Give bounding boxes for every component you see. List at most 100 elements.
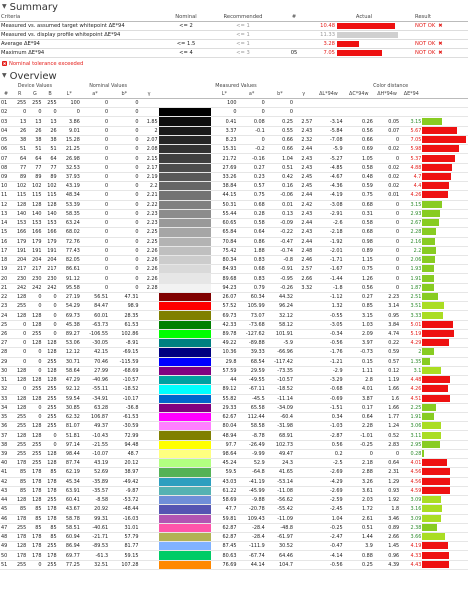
table-cell: 30.52 xyxy=(265,541,295,552)
color-swatch xyxy=(158,403,212,413)
table-cell: 0.68 xyxy=(237,264,266,275)
table-cell: 178 xyxy=(42,550,58,561)
table-cell: 62.87 xyxy=(211,532,238,543)
table-cell: -0.68 xyxy=(313,384,344,395)
delta-bar-cell xyxy=(422,486,468,497)
table-cell: 128 xyxy=(27,430,43,441)
delta-bar-cell xyxy=(422,98,468,109)
table-cell: 2.06 xyxy=(400,255,423,266)
table-cell: 85 xyxy=(12,486,28,497)
table-cell: 128 xyxy=(42,347,58,358)
table-cell: 128 xyxy=(27,421,43,432)
table-cell: -10.57 xyxy=(265,375,295,386)
table-cell: -0.22 xyxy=(265,227,295,238)
collapse-triangle-icon[interactable]: ▼ xyxy=(2,69,7,82)
table-cell: 4.4 xyxy=(400,181,423,192)
table-cell: 4.26 xyxy=(400,384,423,395)
table-cell: 89 xyxy=(27,172,43,183)
table-cell: 2.46 xyxy=(294,255,314,266)
table-cell: 0 xyxy=(42,107,58,118)
table-cell: 255 xyxy=(42,357,58,367)
collapse-triangle-icon[interactable]: ▼ xyxy=(2,0,7,13)
delta-bar-cell xyxy=(422,329,468,340)
table-cell: 85 xyxy=(42,467,58,478)
table-cell: 20.12 xyxy=(109,458,140,469)
table-cell: 43.19 xyxy=(80,458,110,469)
table-cell: 2.15 xyxy=(139,153,159,164)
table-cell: 60.34 xyxy=(237,292,266,303)
color-swatch xyxy=(158,449,212,460)
table-cell xyxy=(139,421,159,432)
table-cell: 68.02 xyxy=(57,227,81,238)
table-cell: 128 xyxy=(12,310,28,321)
table-cell: 54.29 xyxy=(57,301,81,312)
table-cell: 50.31 xyxy=(211,200,238,210)
color-swatch xyxy=(158,384,212,395)
table-cell: 2 xyxy=(139,126,159,136)
table-cell: 2.66 xyxy=(373,532,401,543)
table-cell: 0 xyxy=(237,135,266,146)
delta-bar-cell xyxy=(422,292,468,303)
table-cell: 0 xyxy=(80,200,110,210)
table-cell: -61.3 xyxy=(80,550,110,561)
delta-bar-cell xyxy=(422,126,468,136)
table-cell: 0 xyxy=(80,172,110,183)
table-cell: 0.08 xyxy=(237,116,266,127)
table-cell: 0 xyxy=(12,107,28,118)
table-cell: 89.78 xyxy=(211,329,238,340)
table-cell xyxy=(294,523,314,534)
table-cell: 0 xyxy=(12,347,28,358)
delta-bar xyxy=(422,265,435,273)
table-cell: 38.97 xyxy=(109,467,140,478)
table-cell: 38 xyxy=(12,135,28,146)
overview-title[interactable]: ▼ Overview xyxy=(0,69,468,82)
table-cell: 01 xyxy=(0,98,13,109)
delta-bar xyxy=(422,551,450,559)
table-cell: 15.31 xyxy=(211,144,238,155)
summary-title[interactable]: ▼ Summary xyxy=(0,0,468,13)
table-cell: -2.69 xyxy=(313,486,344,497)
table-cell: 0.58 xyxy=(343,218,374,229)
column-header: b* xyxy=(265,90,295,99)
table-cell: 166 xyxy=(27,227,43,238)
table-cell: -9.99 xyxy=(237,449,266,460)
table-cell: 128 xyxy=(27,375,43,386)
delta-bar xyxy=(422,283,435,291)
table-cell: 3.32 xyxy=(294,283,314,293)
table-cell: 255 xyxy=(42,560,58,570)
delta-bar xyxy=(422,145,460,153)
table-cell: 0.64 xyxy=(373,458,401,469)
table-cell: 255 xyxy=(12,301,28,312)
table-cell: 255 xyxy=(12,421,28,432)
table-cell xyxy=(139,495,159,506)
group-header: Device Values xyxy=(17,83,52,89)
table-cell xyxy=(139,394,159,404)
delta-bar xyxy=(422,136,467,144)
table-cell: 128 xyxy=(12,403,28,413)
table-cell: 2.08 xyxy=(139,144,159,155)
overview-group-row: Device Values Nominal Values Measured Valu… xyxy=(0,82,468,90)
table-cell: -8.78 xyxy=(237,430,266,441)
table-cell: -11.14 xyxy=(265,394,295,404)
table-cell: 0.98 xyxy=(343,237,374,247)
delta-bar-cell xyxy=(422,209,468,220)
table-cell xyxy=(294,504,314,515)
table-cell: 43.67 xyxy=(57,504,81,515)
table-cell: 43.19 xyxy=(57,181,81,192)
table-cell: 0 xyxy=(80,153,110,164)
table-cell: 179 xyxy=(42,237,58,247)
table-cell: 24.3 xyxy=(265,458,295,469)
table-row: 48 178 178 85 60.94 -21.71 57.79 62.87 -28.4 -61.… xyxy=(0,532,468,543)
delta-bar-cell xyxy=(422,310,468,321)
table-cell: 128 xyxy=(12,375,28,386)
table-row: 36 255 128 255 81.07 49.37 -30.59 80.04 58.58 -31… xyxy=(0,421,468,432)
table-cell: -89.88 xyxy=(237,338,266,349)
table-cell: 178 xyxy=(12,532,28,543)
criteria-cell: Maximum ΔE*94 xyxy=(0,48,160,58)
recommended-cell: <= 3 xyxy=(212,48,274,58)
table-cell: 61.22 xyxy=(211,486,238,497)
color-swatch xyxy=(158,532,212,543)
table-cell: 0 xyxy=(80,273,110,284)
table-cell: 2.61 xyxy=(343,514,374,524)
table-cell: 0 xyxy=(57,107,81,118)
